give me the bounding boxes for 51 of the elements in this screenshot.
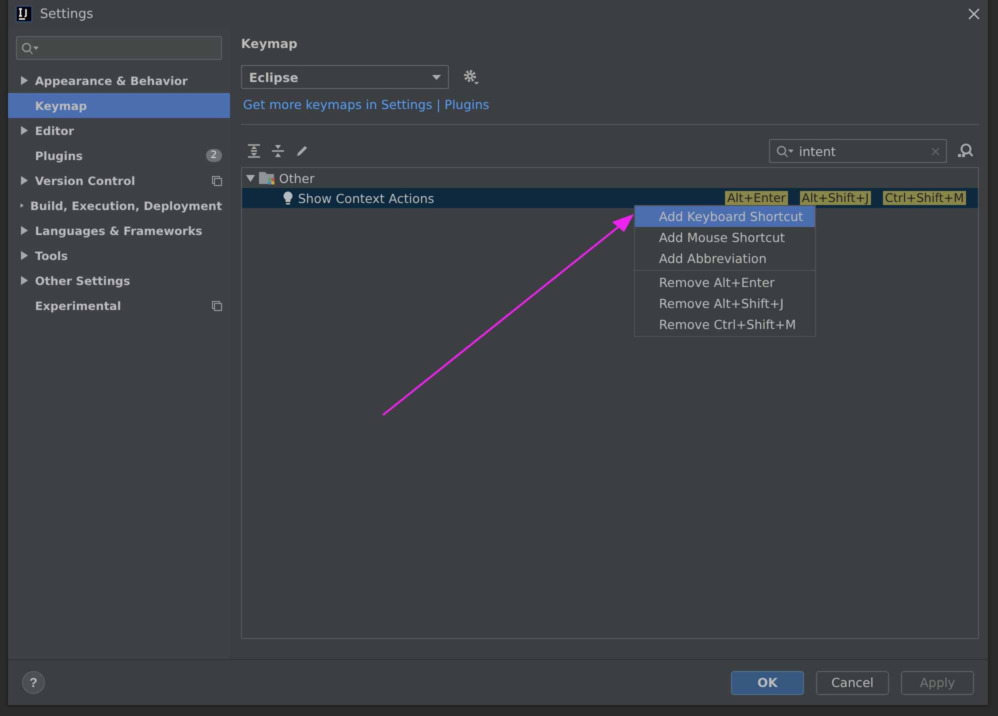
folder-icon [259, 171, 275, 185]
pencil-icon[interactable] [295, 144, 309, 158]
sidebar-item[interactable]: Appearance & Behavior [8, 68, 230, 93]
gear-icon[interactable] [463, 69, 479, 85]
menu-item[interactable]: Add Abbreviation [635, 248, 815, 269]
collapsed-arrow-icon[interactable] [20, 76, 29, 85]
find-by-shortcut-icon[interactable] [957, 143, 973, 159]
section-title: Keymap [241, 36, 299, 51]
sidebar-item[interactable]: Experimental [8, 293, 230, 318]
count-badge: 2 [206, 149, 222, 162]
shortcut-label: Alt+Enter [725, 191, 788, 205]
dialog-button[interactable]: Cancel [816, 670, 889, 694]
stacked-squares-icon [212, 300, 222, 310]
window-title: Settings [40, 6, 94, 22]
app-logo-icon [16, 6, 32, 22]
shortcut-label: Ctrl+Shift+M [882, 191, 966, 205]
collapsed-arrow-icon[interactable] [20, 176, 29, 185]
shortcut-label: Alt+Shift+J [800, 191, 871, 205]
search-field[interactable] [16, 36, 222, 60]
sidebar-item[interactable]: Build, Execution, Deployment [8, 193, 230, 218]
menu-item[interactable]: Add Mouse Shortcut [635, 227, 815, 248]
ok-button[interactable]: OK [731, 670, 804, 694]
caret-icon [432, 74, 441, 80]
sidebar-item[interactable]: Editor [8, 118, 230, 143]
collapse-all-icon[interactable] [271, 144, 285, 158]
sidebar-item[interactable]: Other Settings [8, 268, 230, 293]
sidebar-item[interactable]: Languages & Frameworks [8, 218, 230, 243]
collapsed-arrow-icon[interactable] [20, 201, 24, 210]
search-icon [21, 42, 38, 54]
plugins-link[interactable]: Get more keymaps in Settings | Plugins [243, 97, 979, 112]
expanded-arrow-icon[interactable] [246, 174, 255, 182]
sidebar-item[interactable]: Version Control [8, 168, 230, 193]
stacked-squares-icon [212, 176, 222, 186]
tree-row[interactable]: Other [242, 168, 978, 188]
help-button[interactable]: ? [22, 671, 45, 694]
collapsed-arrow-icon[interactable] [20, 251, 29, 260]
collapsed-arrow-icon[interactable] [20, 226, 29, 235]
lightbulb-icon [282, 191, 294, 205]
search-icon [776, 144, 793, 158]
sidebar-item[interactable]: Tools [8, 243, 230, 268]
menu-item[interactable]: Remove Alt+Shift+J [635, 293, 815, 314]
search-field[interactable]: intent [769, 139, 947, 163]
close-icon[interactable] [968, 8, 980, 20]
collapsed-arrow-icon[interactable] [20, 126, 29, 135]
collapsed-arrow-icon[interactable] [20, 276, 29, 285]
menu-item[interactable]: Remove Ctrl+Shift+M [635, 314, 815, 335]
menu-item[interactable]: Remove Alt+Enter [635, 272, 815, 293]
expand-all-icon[interactable] [247, 144, 261, 158]
sidebar-item[interactable]: Plugins 2 [8, 143, 230, 168]
keymap-dropdown[interactable]: Eclipse [241, 65, 449, 89]
action-row[interactable]: Show Context Actions Alt+Enter Alt+Shift+J Ctrl+Shift+M [242, 188, 978, 208]
